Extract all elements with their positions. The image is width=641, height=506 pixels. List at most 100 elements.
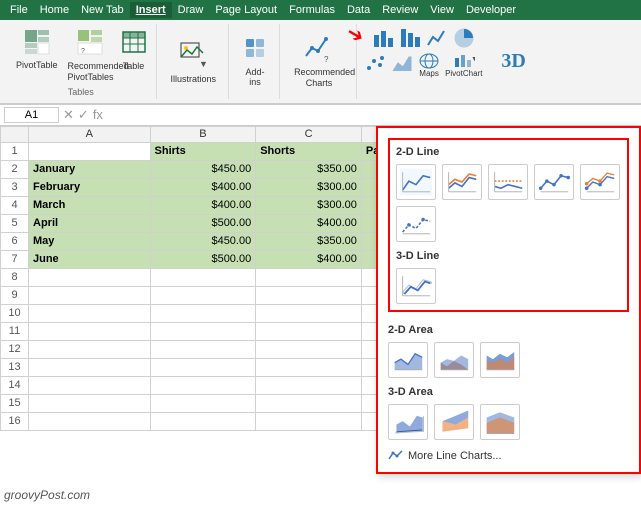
line-stacked-marker-icon[interactable] — [580, 164, 620, 200]
corner-header — [1, 126, 29, 142]
column-chart-button[interactable] — [398, 26, 422, 50]
line-basic-icon[interactable] — [396, 164, 436, 200]
line-stacked-icon[interactable] — [442, 164, 482, 200]
recommended-pivottables-button[interactable]: ? Recommended PivotTables — [66, 26, 114, 85]
pivot-table-label: PivotTable — [16, 60, 58, 70]
scatter-chart-button[interactable] — [363, 52, 387, 79]
cell-c3[interactable]: $300.00 — [256, 178, 362, 196]
line-chart-small-button[interactable] — [425, 26, 449, 50]
more-line-charts-link[interactable]: More Line Charts... — [388, 450, 629, 462]
pie-chart-button[interactable] — [452, 26, 476, 50]
menu-view[interactable]: View — [424, 2, 460, 18]
menu-pagelayout[interactable]: Page Layout — [209, 2, 283, 18]
cell-a5[interactable]: April — [29, 214, 151, 232]
area-3d-filled-icon[interactable] — [480, 404, 520, 440]
row-num-4: 4 — [1, 196, 29, 214]
cell-c6[interactable]: $350.00 — [256, 232, 362, 250]
chart-dropdown-panel: 2-D Line — [376, 126, 641, 474]
ribbon-group-tables: PivotTable ? Recommended PivotTables Tab… — [6, 24, 157, 99]
menu-insert[interactable]: Insert — [130, 2, 172, 18]
col-header-c[interactable]: C — [256, 126, 362, 142]
row-num-5: 5 — [1, 214, 29, 232]
table-button[interactable]: Table — [118, 26, 150, 73]
addins-button[interactable]: Add-ins — [239, 26, 271, 97]
ribbon-group-addins: Add-ins — [231, 24, 280, 99]
cell-b4[interactable]: $400.00 — [150, 196, 256, 214]
cell-a2[interactable]: January — [29, 160, 151, 178]
row-num-3: 3 — [1, 178, 29, 196]
menu-file[interactable]: File — [4, 2, 34, 18]
illustrations-button[interactable]: ▼ Illustrations — [167, 26, 221, 97]
line-3d-icon[interactable] — [396, 268, 436, 304]
menu-newtab[interactable]: New Tab — [75, 2, 130, 18]
cell-reference-input[interactable] — [4, 107, 59, 123]
line-100-icon[interactable] — [488, 164, 528, 200]
more-line-charts-label: More Line Charts... — [408, 450, 502, 462]
formula-check: ✓ — [78, 107, 89, 123]
cell-b2[interactable]: $450.00 — [150, 160, 256, 178]
menu-home[interactable]: Home — [34, 2, 75, 18]
col-header-a[interactable]: A — [29, 126, 151, 142]
cell-c4[interactable]: $300.00 — [256, 196, 362, 214]
cell-c7[interactable]: $400.00 — [256, 250, 362, 268]
formula-bar: ✕ ✓ fx — [0, 105, 641, 126]
formula-function: fx — [93, 107, 103, 122]
area-3d-stacked-icon[interactable] — [434, 404, 474, 440]
table-label: Table — [123, 61, 145, 71]
3d-button[interactable]: 3D — [497, 26, 529, 97]
menu-review[interactable]: Review — [376, 2, 424, 18]
line-special-icon[interactable] — [396, 206, 436, 242]
menu-developer[interactable]: Developer — [460, 2, 522, 18]
menu-draw[interactable]: Draw — [172, 2, 210, 18]
cell-a3[interactable]: February — [29, 178, 151, 196]
area-3d-icon[interactable] — [388, 404, 428, 440]
tables-group-label: Tables — [68, 87, 94, 97]
3d-line-icons — [396, 268, 621, 304]
recommended-charts-label: Recommended Charts — [294, 67, 344, 89]
cell-b6[interactable]: $450.00 — [150, 232, 256, 250]
area-chart-button[interactable] — [390, 52, 414, 79]
svg-text:?: ? — [324, 55, 329, 64]
menu-bar: File Home New Tab Insert Draw Page Layou… — [0, 0, 641, 20]
cell-b5[interactable]: $500.00 — [150, 214, 256, 232]
row-num-7: 7 — [1, 250, 29, 268]
cell-b1[interactable]: Shirts — [150, 142, 256, 160]
line-marker-icon[interactable] — [534, 164, 574, 200]
spreadsheet-container: A B C D G H 1 Shirts Shorts Pants — [0, 126, 641, 506]
pivotchart-button[interactable]: ▼ PivotChart — [444, 52, 483, 79]
cell-a6[interactable]: May — [29, 232, 151, 250]
cell-c5[interactable]: $400.00 — [256, 214, 362, 232]
2d-line-title: 2-D Line — [396, 146, 621, 158]
menu-formulas[interactable]: Formulas — [283, 2, 341, 18]
cell-c2[interactable]: $350.00 — [256, 160, 362, 178]
2d-line-section: 2-D Line — [388, 138, 629, 312]
area-stacked-icon[interactable] — [434, 342, 474, 378]
cell-a7[interactable]: June — [29, 250, 151, 268]
menu-data[interactable]: Data — [341, 2, 376, 18]
recommended-charts-button[interactable]: ? Recommended Charts — [290, 26, 348, 97]
3d-area-icons — [388, 404, 629, 440]
3d-line-section: 3-D Line — [396, 250, 621, 304]
area-filled-icon[interactable] — [480, 342, 520, 378]
pivot-table-button[interactable]: PivotTable — [12, 26, 62, 72]
2d-area-icons — [388, 342, 629, 378]
3d-area-section: 3-D Area — [388, 382, 629, 444]
3d-line-title: 3-D Line — [396, 250, 621, 262]
cell-b7[interactable]: $500.00 — [150, 250, 256, 268]
cell-b3[interactable]: $400.00 — [150, 178, 256, 196]
row-num-6: 6 — [1, 232, 29, 250]
2d-line-icons — [396, 164, 621, 200]
row-num-1: 1 — [1, 142, 29, 160]
cell-a1[interactable] — [29, 142, 151, 160]
col-header-b[interactable]: B — [150, 126, 256, 142]
addins-label: Add-ins — [246, 67, 265, 87]
ribbon-group-illustrations: ▼ Illustrations — [159, 24, 230, 99]
2d-area-section: 2-D Area — [388, 320, 629, 382]
cell-c1[interactable]: Shorts — [256, 142, 362, 160]
maps-button[interactable]: Maps — [417, 52, 441, 79]
bar-chart-button[interactable] — [371, 26, 395, 50]
area-basic-icon[interactable] — [388, 342, 428, 378]
3d-area-title: 3-D Area — [388, 386, 629, 398]
formula-input[interactable] — [111, 108, 637, 122]
cell-a4[interactable]: March — [29, 196, 151, 214]
